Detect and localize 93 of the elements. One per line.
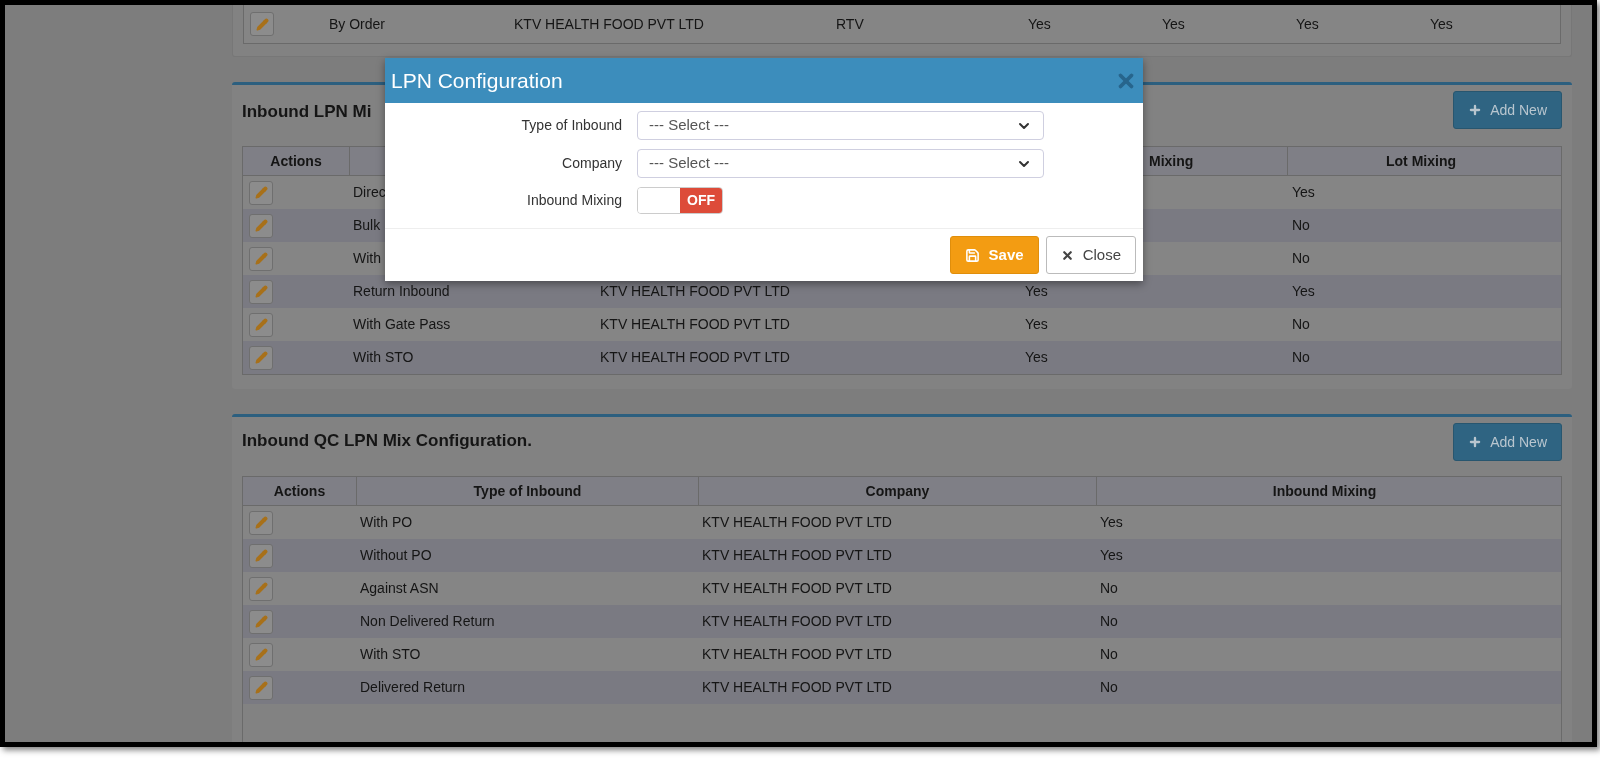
- table-cell-text: Yes: [1292, 183, 1315, 202]
- table-cell-text: No: [1100, 645, 1118, 664]
- table-cell-text: No: [1100, 612, 1118, 631]
- column-header: Type of Inbound: [473, 481, 582, 501]
- pencil-icon: [254, 252, 268, 265]
- select-field[interactable]: --- Select ---: [637, 111, 1044, 140]
- table-cell-text: KTV HEALTH FOOD PVT LTD: [702, 546, 892, 565]
- table-cell-text: With STO: [353, 348, 414, 367]
- table-cell-text: No: [1292, 249, 1310, 268]
- section-title: Inbound LPN Mi: [242, 101, 372, 123]
- close-button[interactable]: Close: [1045, 236, 1136, 274]
- column-header: Actions: [270, 151, 322, 171]
- pencil-icon: [254, 648, 268, 661]
- plus-icon: [1468, 435, 1483, 449]
- save-icon: [964, 247, 980, 263]
- pencil-icon: [254, 318, 268, 331]
- table-cell-text: Bulk: [353, 216, 381, 235]
- table-cell-text: Direc: [353, 183, 386, 202]
- table-cell-text: KTV HEALTH FOOD PVT LTD: [702, 678, 892, 697]
- table-cell-text: Yes: [1430, 14, 1453, 34]
- plus-icon: [1468, 103, 1483, 117]
- table-cell-text: Yes: [1292, 282, 1315, 301]
- column-header: Company: [865, 481, 930, 501]
- table-cell-text: KTV HEALTH FOOD PVT LTD: [702, 513, 892, 532]
- edit-button[interactable]: [250, 12, 274, 36]
- table-cell-text: Yes: [1100, 546, 1123, 565]
- pencil-icon: [254, 549, 268, 562]
- table-cell-text: With STO: [360, 645, 421, 664]
- table-cell-text: No: [1100, 678, 1118, 697]
- edit-button[interactable]: [249, 642, 273, 667]
- table-cell-text: KTV HEALTH FOOD PVT LTD: [702, 579, 892, 598]
- section-title: Inbound QC LPN Mix Configuration.: [242, 430, 532, 452]
- table-cell-text: KTV HEALTH FOOD PVT LTD: [702, 645, 892, 664]
- edit-button[interactable]: [249, 609, 273, 634]
- table-cell-text: With PO: [360, 513, 413, 532]
- edit-button[interactable]: [249, 345, 273, 370]
- pencil-icon: [254, 681, 268, 694]
- toggle-switch[interactable]: OFF: [637, 187, 723, 214]
- table-cell-text: Yes: [1025, 348, 1048, 367]
- edit-button[interactable]: [249, 180, 273, 205]
- table-cell-text: Yes: [1296, 14, 1319, 34]
- edit-button[interactable]: [249, 312, 273, 337]
- edit-button[interactable]: [249, 213, 273, 238]
- add-new-button[interactable]: Add New: [1453, 91, 1562, 129]
- table-cell-text: With: [353, 249, 381, 268]
- field-label: Type of Inbound: [520, 116, 623, 135]
- pencil-icon: [254, 516, 268, 529]
- save-button[interactable]: Save: [949, 236, 1039, 274]
- table-cell-text: KTV HEALTH FOOD PVT LTD: [702, 612, 892, 631]
- table-cell-text: No: [1292, 216, 1310, 235]
- table-cell-text: By Order: [329, 14, 385, 34]
- field-label: Inbound Mixing: [526, 191, 623, 210]
- table-cell-text: RTV: [836, 14, 864, 34]
- table-cell-text: Delivered Return: [360, 678, 466, 697]
- edit-button[interactable]: [249, 510, 273, 535]
- select-field[interactable]: --- Select ---: [637, 149, 1044, 178]
- table-cell-text: Return Inbound: [353, 282, 450, 301]
- pencil-icon: [254, 285, 268, 298]
- pencil-icon: [254, 351, 268, 364]
- table-cell-text: KTV HEALTH FOOD PVT LTD: [600, 282, 790, 301]
- table-cell-text: KTV HEALTH FOOD PVT LTD: [600, 315, 790, 334]
- edit-button[interactable]: [249, 279, 273, 304]
- table-cell-text: KTV HEALTH FOOD PVT LTD: [514, 14, 704, 34]
- table-cell-text: No: [1100, 579, 1118, 598]
- table-cell-text: Against ASN: [360, 579, 439, 598]
- close-icon: [1060, 248, 1074, 262]
- pencil-icon: [254, 219, 268, 232]
- pencil-icon: [255, 17, 269, 31]
- edit-button[interactable]: [249, 246, 273, 271]
- column-header: Mixing: [1149, 151, 1194, 171]
- column-header: Actions: [273, 481, 326, 501]
- pencil-icon: [254, 615, 268, 628]
- pencil-icon: [254, 582, 268, 595]
- field-label: Company: [561, 154, 623, 173]
- edit-button[interactable]: [249, 675, 273, 700]
- table-cell-text: KTV HEALTH FOOD PVT LTD: [600, 348, 790, 367]
- table-cell-text: Yes: [1028, 14, 1051, 34]
- add-new-button[interactable]: Add New: [1453, 423, 1562, 461]
- pencil-icon: [254, 186, 268, 199]
- column-header: Lot Mixing: [1386, 151, 1456, 171]
- edit-button[interactable]: [249, 543, 273, 568]
- table-cell-text: Non Delivered Return: [360, 612, 495, 631]
- column-header: Inbound Mixing: [1272, 481, 1377, 501]
- dialog-title: LPN Configuration: [391, 67, 563, 94]
- table-cell-text: Without PO: [360, 546, 432, 565]
- edit-button[interactable]: [249, 576, 273, 601]
- table-cell-text: Yes: [1025, 315, 1048, 334]
- table-cell-text: No: [1292, 348, 1310, 367]
- table-cell-text: Yes: [1100, 513, 1123, 532]
- table-cell-text: Yes: [1162, 14, 1185, 34]
- table-cell-text: Yes: [1025, 282, 1048, 301]
- table-cell-text: With Gate Pass: [353, 315, 451, 334]
- table-cell-text: No: [1292, 315, 1310, 334]
